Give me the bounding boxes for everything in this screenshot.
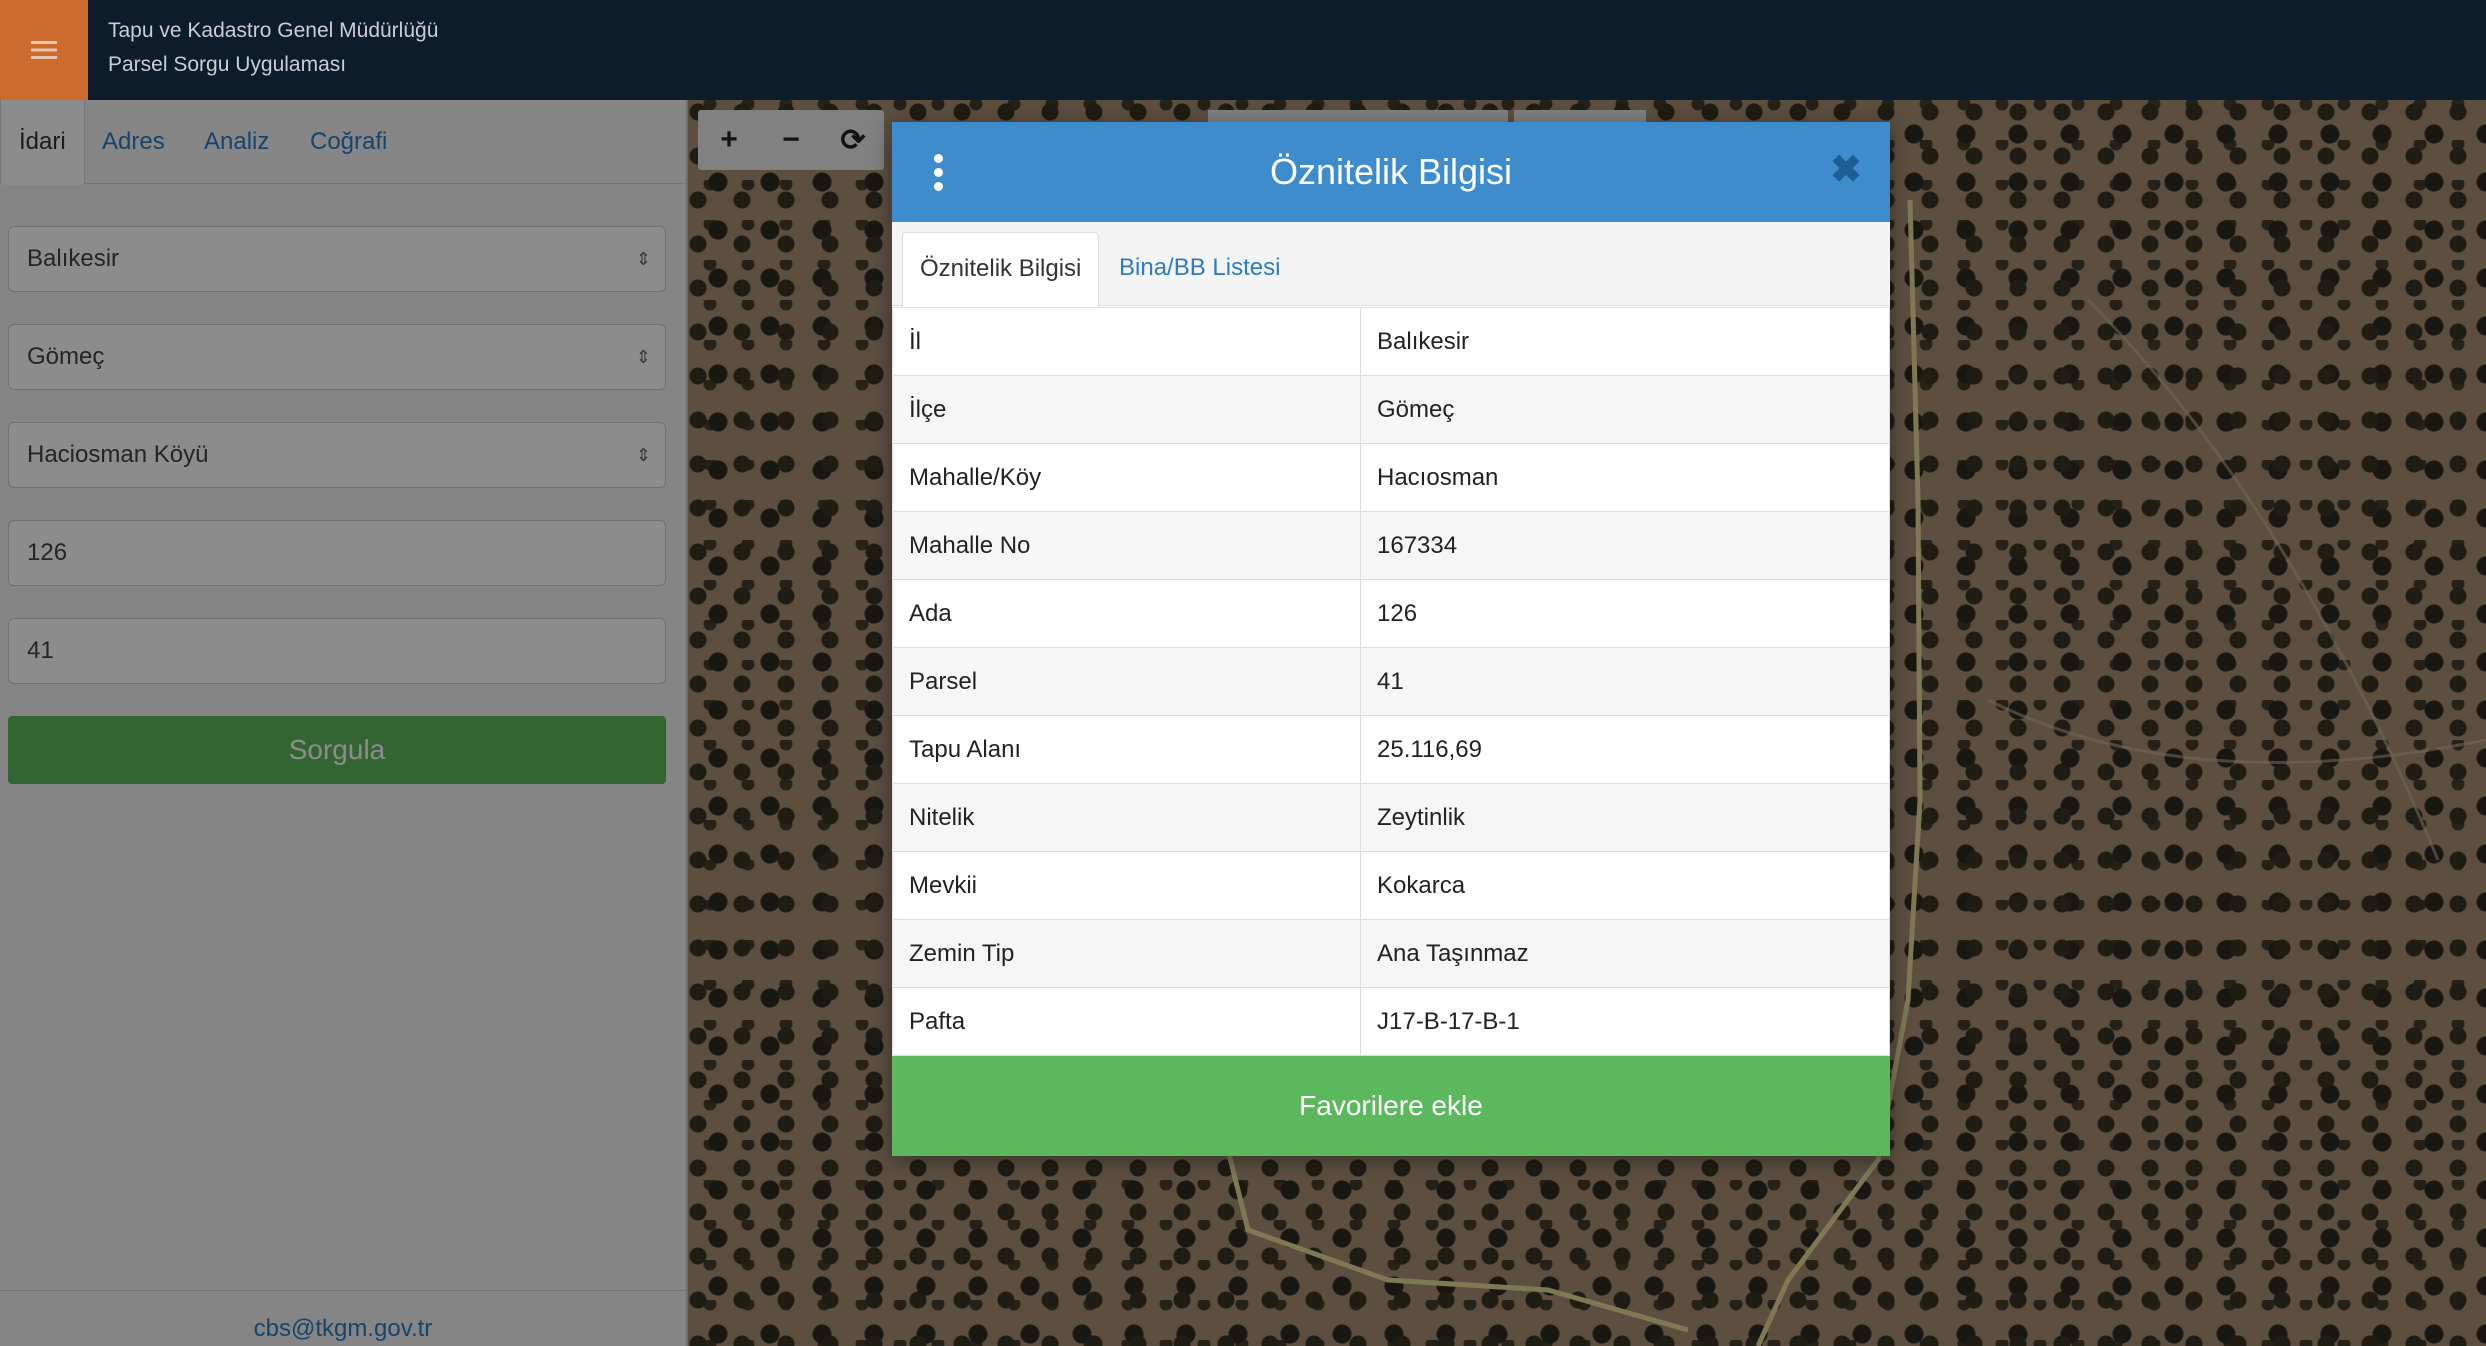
attr-key: Mevkii	[892, 851, 1361, 920]
add-to-favorites-button[interactable]: Favorilere ekle	[892, 1056, 1890, 1156]
ilce-select-value: Gömeç	[27, 343, 105, 370]
sorgula-button[interactable]: Sorgula	[8, 716, 666, 784]
hamburger-icon	[31, 41, 57, 59]
sidebar: İdari Adres Analiz Coğrafi Balıkesir ⇕ G…	[0, 100, 688, 1346]
attribute-table: İl Balıkesir İlçe Gömeç Mahalle/Köy Hacıosm…	[892, 307, 1890, 1056]
table-row: Zemin Tip Ana Taşınmaz	[892, 919, 1890, 988]
il-select[interactable]: Balıkesir ⇕	[8, 226, 666, 292]
select-caret-icon: ⇕	[635, 445, 651, 465]
zoom-in-icon[interactable]: +	[698, 110, 760, 170]
parsel-input[interactable]: 41	[8, 618, 666, 684]
refresh-icon[interactable]: ⟳	[822, 110, 884, 170]
attr-value: 126	[1360, 579, 1890, 648]
ada-input-value: 126	[27, 539, 68, 566]
app-title: Tapu ve Kadastro Genel Müdürlüğü Parsel …	[108, 14, 438, 82]
tab-oznitelik-bilgisi[interactable]: Öznitelik Bilgisi	[902, 232, 1100, 307]
app-title-line1: Tapu ve Kadastro Genel Müdürlüğü	[108, 19, 439, 42]
attr-value: Zeytinlik	[1360, 783, 1890, 852]
attr-key: Mahalle/Köy	[892, 443, 1361, 512]
attr-key: İl	[892, 307, 1361, 376]
table-row: Mevkii Kokarca	[892, 851, 1890, 920]
dialog-header: Öznitelik Bilgisi ✖	[892, 122, 1890, 222]
app-header: Tapu ve Kadastro Genel Müdürlüğü Parsel …	[0, 0, 2486, 100]
attr-value: Hacıosman	[1360, 443, 1890, 512]
attr-value: 25.116,69	[1360, 715, 1890, 784]
table-row: Tapu Alanı 25.116,69	[892, 715, 1890, 784]
attribute-dialog: Öznitelik Bilgisi ✖ Öznitelik Bilgisi Bi…	[892, 122, 1890, 1156]
attr-key: Nitelik	[892, 783, 1361, 852]
attr-value: Balıkesir	[1360, 307, 1890, 376]
mahalle-select-value: Haciosman Köyü	[27, 441, 209, 468]
select-caret-icon: ⇕	[635, 249, 651, 269]
table-row: İl Balıkesir	[892, 307, 1890, 376]
table-row: Nitelik Zeytinlik	[892, 783, 1890, 852]
table-row: Pafta J17-B-17-B-1	[892, 987, 1890, 1056]
attr-key: İlçe	[892, 375, 1361, 444]
map-toolbar: + − ⟳	[698, 110, 884, 170]
attr-key: Parsel	[892, 647, 1361, 716]
attr-key: Pafta	[892, 987, 1361, 1056]
attr-value: 41	[1360, 647, 1890, 716]
dialog-title: Öznitelik Bilgisi	[1269, 151, 1513, 192]
attr-key: Ada	[892, 579, 1361, 648]
parsel-input-value: 41	[27, 637, 54, 664]
attr-value: Gömeç	[1360, 375, 1890, 444]
attr-key: Zemin Tip	[892, 919, 1361, 988]
attr-value: Kokarca	[1360, 851, 1890, 920]
tab-adres[interactable]: Adres	[102, 100, 165, 184]
attr-value: Ana Taşınmaz	[1360, 919, 1890, 988]
ilce-select[interactable]: Gömeç ⇕	[8, 324, 666, 390]
attr-value: J17-B-17-B-1	[1360, 987, 1890, 1056]
attr-value: 167334	[1360, 511, 1890, 580]
table-row: Mahalle/Köy Hacıosman	[892, 443, 1890, 512]
attr-key: Mahalle No	[892, 511, 1361, 580]
table-row: Ada 126	[892, 579, 1890, 648]
close-icon[interactable]: ✖	[1830, 150, 1862, 190]
tab-analiz[interactable]: Analiz	[204, 100, 269, 184]
table-row: Mahalle No 167334	[892, 511, 1890, 580]
mahalle-select[interactable]: Haciosman Köyü ⇕	[8, 422, 666, 488]
tab-bina-bb-listesi[interactable]: Bina/BB Listesi	[1102, 232, 1297, 307]
tab-cografi[interactable]: Coğrafi	[310, 100, 387, 184]
table-row: Parsel 41	[892, 647, 1890, 716]
select-caret-icon: ⇕	[635, 347, 651, 367]
il-select-value: Balıkesir	[27, 245, 120, 272]
footer-email-link[interactable]: cbs@tkgm.gov.tr	[0, 1290, 686, 1346]
attr-key: Tapu Alanı	[892, 715, 1361, 784]
table-row: İlçe Gömeç	[892, 375, 1890, 444]
tab-idari[interactable]: İdari	[0, 100, 85, 185]
app-title-line2: Parsel Sorgu Uygulaması	[108, 53, 347, 76]
dialog-tabs: Öznitelik Bilgisi Bina/BB Listesi	[892, 222, 1890, 307]
ada-input[interactable]: 126	[8, 520, 666, 586]
zoom-out-icon[interactable]: −	[760, 110, 822, 170]
sidebar-tabs: İdari Adres Analiz Coğrafi	[0, 100, 686, 185]
menu-button[interactable]	[0, 0, 88, 100]
